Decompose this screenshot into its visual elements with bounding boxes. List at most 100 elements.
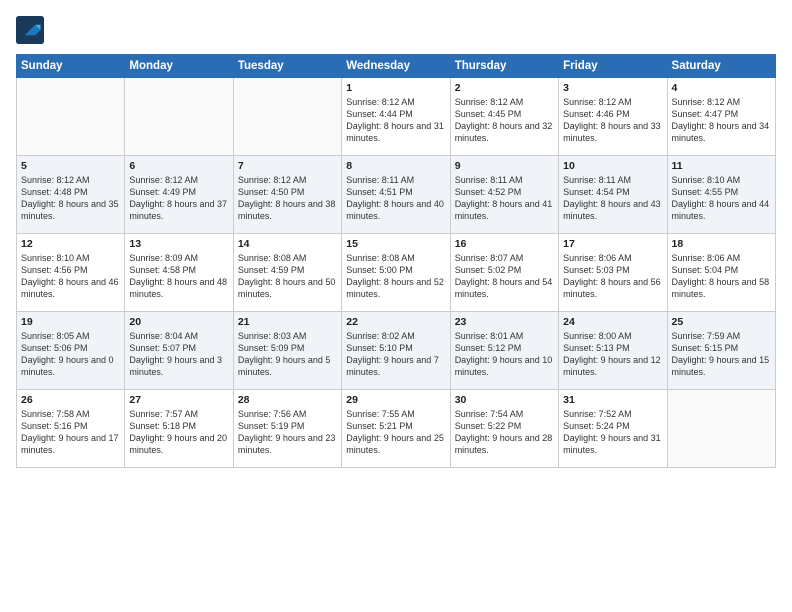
- cell-content: Sunrise: 8:10 AM Sunset: 4:55 PM Dayligh…: [672, 174, 771, 223]
- day-number: 17: [563, 238, 662, 250]
- day-number: 2: [455, 82, 554, 94]
- cell-content: Sunrise: 7:58 AM Sunset: 5:16 PM Dayligh…: [21, 408, 120, 457]
- day-number: 8: [346, 160, 445, 172]
- cell-content: Sunrise: 8:12 AM Sunset: 4:45 PM Dayligh…: [455, 96, 554, 145]
- calendar-cell: 29 Sunrise: 7:55 AM Sunset: 5:21 PM Dayli…: [342, 390, 450, 468]
- calendar-cell: 27 Sunrise: 7:57 AM Sunset: 5:18 PM Dayli…: [125, 390, 233, 468]
- day-number: 5: [21, 160, 120, 172]
- calendar-table: SundayMondayTuesdayWednesdayThursdayFrid…: [16, 54, 776, 468]
- calendar-week-row: 12 Sunrise: 8:10 AM Sunset: 4:56 PM Dayli…: [17, 234, 776, 312]
- weekday-header-row: SundayMondayTuesdayWednesdayThursdayFrid…: [17, 55, 776, 78]
- day-number: 21: [238, 316, 337, 328]
- weekday-header: Sunday: [17, 55, 125, 78]
- day-number: 6: [129, 160, 228, 172]
- day-number: 20: [129, 316, 228, 328]
- weekday-header: Monday: [125, 55, 233, 78]
- calendar-cell: 1Sunrise: 8:12 AM Sunset: 4:44 PM Daylig…: [342, 78, 450, 156]
- cell-content: Sunrise: 8:12 AM Sunset: 4:50 PM Dayligh…: [238, 174, 337, 223]
- calendar-week-row: 26 Sunrise: 7:58 AM Sunset: 5:16 PM Dayli…: [17, 390, 776, 468]
- cell-content: Sunrise: 8:11 AM Sunset: 4:51 PM Dayligh…: [346, 174, 445, 223]
- calendar-cell: 17 Sunrise: 8:06 AM Sunset: 5:03 PM Dayli…: [559, 234, 667, 312]
- calendar-cell: 12 Sunrise: 8:10 AM Sunset: 4:56 PM Dayli…: [17, 234, 125, 312]
- calendar-cell: 5 Sunrise: 8:12 AM Sunset: 4:48 PM Daylig…: [17, 156, 125, 234]
- calendar-cell: [17, 78, 125, 156]
- calendar-cell: 20Sunrise: 8:04 AM Sunset: 5:07 PM Dayli…: [125, 312, 233, 390]
- calendar-cell: 21Sunrise: 8:03 AM Sunset: 5:09 PM Dayli…: [233, 312, 341, 390]
- cell-content: Sunrise: 8:00 AM Sunset: 5:13 PM Dayligh…: [563, 330, 662, 379]
- cell-content: Sunrise: 8:06 AM Sunset: 5:04 PM Dayligh…: [672, 252, 771, 301]
- calendar-week-row: 1Sunrise: 8:12 AM Sunset: 4:44 PM Daylig…: [17, 78, 776, 156]
- cell-content: Sunrise: 8:12 AM Sunset: 4:47 PM Dayligh…: [672, 96, 771, 145]
- day-number: 12: [21, 238, 120, 250]
- cell-content: Sunrise: 8:06 AM Sunset: 5:03 PM Dayligh…: [563, 252, 662, 301]
- cell-content: Sunrise: 8:12 AM Sunset: 4:44 PM Dayligh…: [346, 96, 445, 145]
- day-number: 27: [129, 394, 228, 406]
- cell-content: Sunrise: 7:56 AM Sunset: 5:19 PM Dayligh…: [238, 408, 337, 457]
- calendar-cell: 28Sunrise: 7:56 AM Sunset: 5:19 PM Dayli…: [233, 390, 341, 468]
- calendar-cell: 3 Sunrise: 8:12 AM Sunset: 4:46 PM Daylig…: [559, 78, 667, 156]
- weekday-header: Tuesday: [233, 55, 341, 78]
- day-number: 25: [672, 316, 771, 328]
- calendar-cell: 19 Sunrise: 8:05 AM Sunset: 5:06 PM Dayli…: [17, 312, 125, 390]
- day-number: 18: [672, 238, 771, 250]
- day-number: 13: [129, 238, 228, 250]
- day-number: 9: [455, 160, 554, 172]
- calendar-cell: 31Sunrise: 7:52 AM Sunset: 5:24 PM Dayli…: [559, 390, 667, 468]
- day-number: 29: [346, 394, 445, 406]
- cell-content: Sunrise: 8:12 AM Sunset: 4:49 PM Dayligh…: [129, 174, 228, 223]
- day-number: 10: [563, 160, 662, 172]
- cell-content: Sunrise: 8:09 AM Sunset: 4:58 PM Dayligh…: [129, 252, 228, 301]
- calendar-cell: 26 Sunrise: 7:58 AM Sunset: 5:16 PM Dayli…: [17, 390, 125, 468]
- cell-content: Sunrise: 8:11 AM Sunset: 4:52 PM Dayligh…: [455, 174, 554, 223]
- calendar-cell: 2 Sunrise: 8:12 AM Sunset: 4:45 PM Daylig…: [450, 78, 558, 156]
- page-container: SundayMondayTuesdayWednesdayThursdayFrid…: [0, 0, 792, 476]
- day-number: 11: [672, 160, 771, 172]
- calendar-cell: 8 Sunrise: 8:11 AM Sunset: 4:51 PM Daylig…: [342, 156, 450, 234]
- calendar-week-row: 19 Sunrise: 8:05 AM Sunset: 5:06 PM Dayli…: [17, 312, 776, 390]
- calendar-cell: [233, 78, 341, 156]
- calendar-cell: 14 Sunrise: 8:08 AM Sunset: 4:59 PM Dayli…: [233, 234, 341, 312]
- cell-content: Sunrise: 8:12 AM Sunset: 4:48 PM Dayligh…: [21, 174, 120, 223]
- calendar-cell: [667, 390, 775, 468]
- cell-content: Sunrise: 7:57 AM Sunset: 5:18 PM Dayligh…: [129, 408, 228, 457]
- calendar-cell: 23 Sunrise: 8:01 AM Sunset: 5:12 PM Dayli…: [450, 312, 558, 390]
- calendar-cell: 18 Sunrise: 8:06 AM Sunset: 5:04 PM Dayli…: [667, 234, 775, 312]
- cell-content: Sunrise: 8:08 AM Sunset: 5:00 PM Dayligh…: [346, 252, 445, 301]
- calendar-cell: 10Sunrise: 8:11 AM Sunset: 4:54 PM Dayli…: [559, 156, 667, 234]
- weekday-header: Friday: [559, 55, 667, 78]
- day-number: 24: [563, 316, 662, 328]
- day-number: 23: [455, 316, 554, 328]
- calendar-cell: 15 Sunrise: 8:08 AM Sunset: 5:00 PM Dayli…: [342, 234, 450, 312]
- weekday-header: Saturday: [667, 55, 775, 78]
- day-number: 7: [238, 160, 337, 172]
- day-number: 3: [563, 82, 662, 94]
- weekday-header: Thursday: [450, 55, 558, 78]
- calendar-cell: 25 Sunrise: 7:59 AM Sunset: 5:15 PM Dayli…: [667, 312, 775, 390]
- day-number: 19: [21, 316, 120, 328]
- cell-content: Sunrise: 7:55 AM Sunset: 5:21 PM Dayligh…: [346, 408, 445, 457]
- day-number: 26: [21, 394, 120, 406]
- cell-content: Sunrise: 8:01 AM Sunset: 5:12 PM Dayligh…: [455, 330, 554, 379]
- cell-content: Sunrise: 8:08 AM Sunset: 4:59 PM Dayligh…: [238, 252, 337, 301]
- calendar-cell: 11 Sunrise: 8:10 AM Sunset: 4:55 PM Dayli…: [667, 156, 775, 234]
- calendar-cell: 9 Sunrise: 8:11 AM Sunset: 4:52 PM Daylig…: [450, 156, 558, 234]
- calendar-cell: 24 Sunrise: 8:00 AM Sunset: 5:13 PM Dayli…: [559, 312, 667, 390]
- cell-content: Sunrise: 8:07 AM Sunset: 5:02 PM Dayligh…: [455, 252, 554, 301]
- day-number: 15: [346, 238, 445, 250]
- logo: [16, 16, 48, 44]
- day-number: 4: [672, 82, 771, 94]
- day-number: 14: [238, 238, 337, 250]
- cell-content: Sunrise: 8:05 AM Sunset: 5:06 PM Dayligh…: [21, 330, 120, 379]
- cell-content: Sunrise: 8:02 AM Sunset: 5:10 PM Dayligh…: [346, 330, 445, 379]
- cell-content: Sunrise: 8:12 AM Sunset: 4:46 PM Dayligh…: [563, 96, 662, 145]
- calendar-week-row: 5 Sunrise: 8:12 AM Sunset: 4:48 PM Daylig…: [17, 156, 776, 234]
- calendar-cell: 30 Sunrise: 7:54 AM Sunset: 5:22 PM Dayli…: [450, 390, 558, 468]
- calendar-cell: 4 Sunrise: 8:12 AM Sunset: 4:47 PM Daylig…: [667, 78, 775, 156]
- weekday-header: Wednesday: [342, 55, 450, 78]
- cell-content: Sunrise: 7:59 AM Sunset: 5:15 PM Dayligh…: [672, 330, 771, 379]
- cell-content: Sunrise: 7:54 AM Sunset: 5:22 PM Dayligh…: [455, 408, 554, 457]
- day-number: 30: [455, 394, 554, 406]
- cell-content: Sunrise: 8:10 AM Sunset: 4:56 PM Dayligh…: [21, 252, 120, 301]
- calendar-cell: 6 Sunrise: 8:12 AM Sunset: 4:49 PM Daylig…: [125, 156, 233, 234]
- day-number: 31: [563, 394, 662, 406]
